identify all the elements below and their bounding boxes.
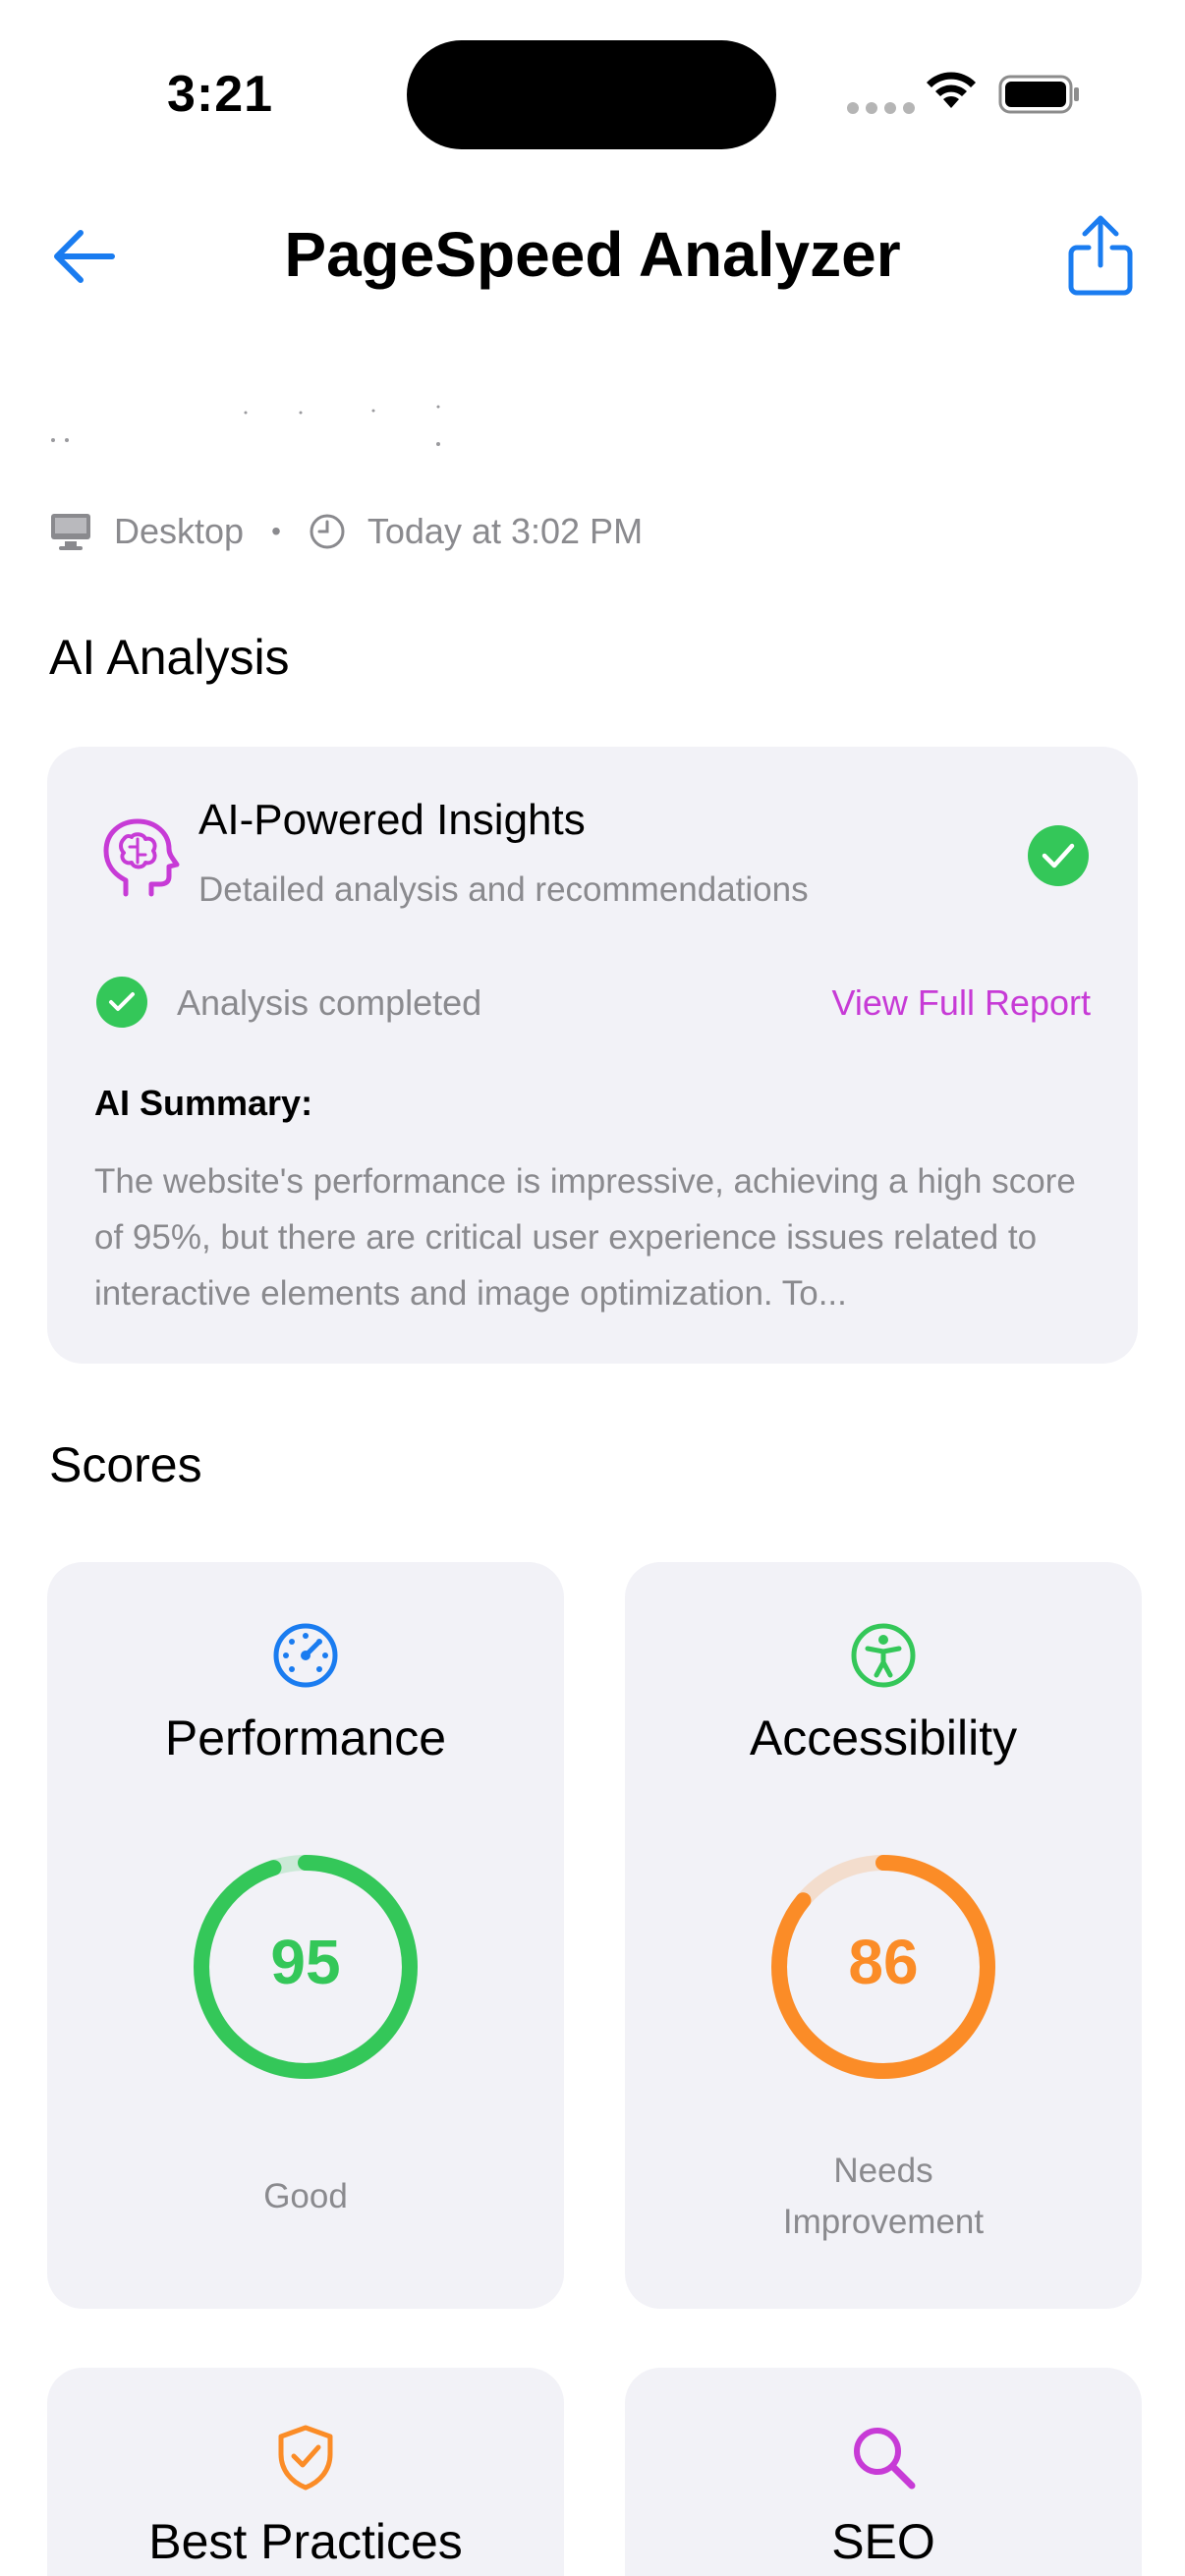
ai-summary-label: AI Summary: [94,1083,313,1123]
status-time: 3:21 [167,66,274,123]
meta-separator: • [271,516,281,546]
clock-icon [310,514,345,549]
cellular-signal-icon [847,102,915,114]
score-label: Accessibility [749,1710,1018,1765]
speedometer-icon [273,1623,338,1688]
share-icon [1068,215,1133,296]
desktop-icon [51,514,90,550]
view-full-report-link[interactable]: View Full Report [832,982,1091,1024]
score-label: SEO [831,2514,935,2569]
magnifying-glass-icon [854,2428,916,2490]
ai-card-subtitle: Detailed analysis and recommendations [198,870,809,909]
checkmark-badge-icon [1028,825,1089,886]
accessibility-icon [851,1623,916,1688]
checkmark-circle-icon [96,977,147,1028]
shield-check-icon [278,2425,333,2491]
score-value: 95 [270,1927,341,1997]
score-card-accessibility[interactable]: Accessibility 86 Needs Improvement [625,1562,1142,2309]
status-bar: 3:21 [0,0,1185,187]
url-text-clipped [51,405,440,446]
ai-card-title: AI-Powered Insights [198,796,586,844]
score-status: Good [263,2177,348,2215]
ai-insights-card: AI-Powered Insights Detailed analysis an… [47,747,1138,1364]
device-label: Desktop [114,511,245,551]
score-label: Best Practices [148,2514,463,2569]
analysis-status: Analysis completed [177,982,482,1023]
score-value: 86 [848,1927,919,1997]
battery-icon [998,75,1079,114]
wifi-icon [927,72,976,108]
share-button[interactable] [1061,214,1140,299]
brain-icon [103,818,180,897]
score-label: Performance [164,1710,447,1765]
score-card-best-practices[interactable]: Best Practices [47,2368,564,2576]
section-title-scores: Scores [49,1437,202,1492]
score-gauge: 95 [188,1849,423,2085]
score-gauge: 86 [765,1849,1001,2085]
score-card-seo[interactable]: SEO [625,2368,1142,2576]
ai-summary-text: The website's performance is impressive,… [94,1162,1076,1313]
page-title: PageSpeed Analyzer [284,219,901,290]
section-title-ai-analysis: AI Analysis [49,630,290,685]
report-timestamp: Today at 3:02 PM [367,511,644,551]
score-card-performance[interactable]: Performance 95 Good [47,1562,564,2309]
dynamic-island [407,40,776,149]
report-meta: Desktop • Today at 3:02 PM [49,507,643,556]
score-status: Needs Improvement [782,2152,985,2241]
